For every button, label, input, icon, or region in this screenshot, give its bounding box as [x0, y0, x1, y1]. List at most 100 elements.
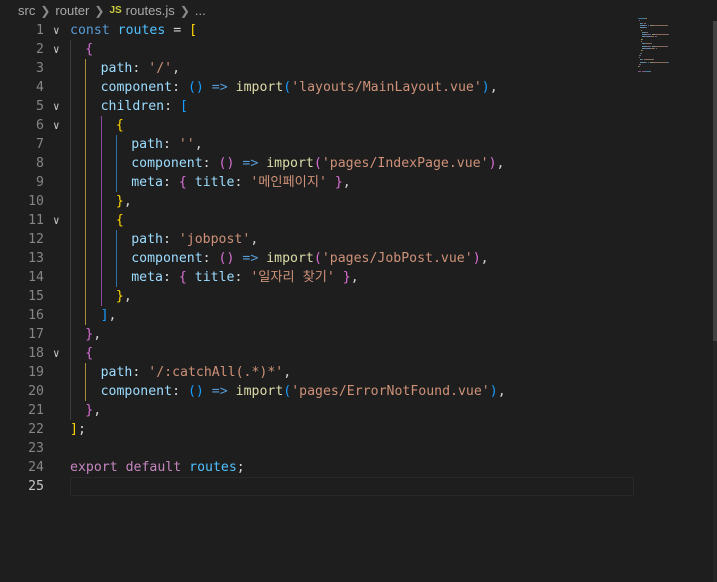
line-number: 16 [28, 308, 44, 323]
code-text: children: [ [100, 99, 188, 114]
breadcrumb-item-symbol[interactable]: ... [195, 3, 206, 18]
line-number: 15 [28, 289, 44, 304]
chevron-down-icon[interactable]: ∨ [53, 116, 65, 135]
code-text: const routes = [ [70, 23, 198, 38]
code-line[interactable]: 22]; [0, 420, 632, 439]
code-line[interactable]: 18 ∨ { [0, 344, 632, 363]
code-line[interactable]: 20 component: () => import('pages/ErrorNo… [0, 382, 632, 401]
code-line[interactable]: 5 ∨ children: [ [0, 97, 632, 116]
indent-guide [70, 249, 71, 268]
code-line[interactable]: 12 path: 'jobpost', [0, 230, 632, 249]
minimap-line [643, 59, 653, 61]
code-line[interactable]: 7 path: '', [0, 135, 632, 154]
indent-guide [100, 268, 102, 287]
code-line[interactable]: 14 meta: { title: '일자리 찾기' }, [0, 268, 632, 287]
minimap-line [666, 45, 668, 47]
code-line[interactable]: 23 [0, 439, 632, 458]
code-line[interactable]: 9 meta: { title: '메인페이지' }, [0, 173, 632, 192]
minimap-line [646, 18, 648, 19]
chevron-right-icon: ❯ [94, 3, 105, 18]
code-text: path: 'jobpost', [131, 232, 259, 247]
breadcrumb-item-src[interactable]: src [18, 3, 35, 18]
indent-guide [85, 230, 87, 249]
minimap-line [667, 24, 669, 26]
line-number: 10 [28, 194, 44, 209]
code-line[interactable]: 13 component: () => import('pages/JobPost… [0, 249, 632, 268]
code-line[interactable]: 2 ∨ { [0, 40, 632, 59]
line-number: 17 [28, 327, 44, 342]
minimap-line [655, 36, 657, 38]
minimap-line [650, 36, 655, 38]
minimap-line [641, 38, 643, 40]
code-text: }, [85, 327, 102, 342]
code-line[interactable]: 11 ∨ { [0, 211, 632, 230]
line-number: 20 [28, 384, 44, 399]
minimap-line [650, 43, 652, 45]
indent-guide [85, 249, 87, 268]
indent-guide [70, 211, 71, 230]
code-line[interactable]: 24 export default routes; [0, 458, 632, 477]
code-line[interactable]: 4 component: () => import('layouts/MainLa… [0, 78, 632, 97]
line-number: 25 [28, 479, 44, 494]
line-number: 19 [28, 365, 44, 380]
code-line[interactable]: 1 ∨ const routes = [ [0, 21, 632, 40]
code-text: }, [115, 194, 132, 209]
indent-guide [100, 287, 102, 306]
indent-guide [85, 173, 87, 192]
minimap-line [646, 31, 648, 33]
vertical-scrollbar-thumb[interactable] [713, 21, 717, 341]
minimap-line [645, 22, 647, 24]
minimap-line [639, 20, 641, 22]
indent-guide [70, 287, 71, 306]
code-line[interactable]: 15}, [0, 287, 632, 306]
indent-guide [70, 154, 71, 173]
line-number: 1 [36, 23, 44, 38]
indent-guide [70, 135, 71, 154]
code-line[interactable]: 6 ∨ { [0, 116, 632, 135]
indent-guide [100, 192, 102, 211]
code-text: export default routes; [70, 460, 245, 475]
indent-guide [115, 249, 117, 268]
indent-guide [70, 59, 71, 78]
code-line[interactable]: 8 component: () => import('pages/IndexPag… [0, 154, 632, 173]
breadcrumb-item-router[interactable]: router [55, 3, 89, 18]
minimap[interactable] [638, 18, 700, 78]
minimap-line [656, 47, 658, 49]
code-line[interactable]: 25 [0, 477, 634, 496]
code-line[interactable]: 19 path: '/:catchAll(.*)*', [0, 363, 632, 382]
breadcrumb-item-file[interactable]: routes.js [126, 3, 175, 18]
code-line[interactable]: 21}, [0, 401, 632, 420]
indent-guide [85, 268, 87, 287]
indent-guide [70, 78, 71, 97]
code-line[interactable]: 16], [0, 306, 632, 325]
indent-guide [100, 154, 102, 173]
indent-guide [85, 59, 87, 78]
indent-guide [115, 154, 117, 173]
code-editor[interactable]: 1 ∨ const routes = [2 ∨ {3 path: '/', 4 compone… [0, 21, 634, 582]
indent-guide [85, 287, 87, 306]
indent-guide [115, 230, 117, 249]
line-number: 2 [36, 42, 44, 57]
code-line[interactable]: 17}, [0, 325, 632, 344]
chevron-down-icon[interactable]: ∨ [53, 344, 65, 363]
minimap-line [638, 66, 640, 68]
indent-guide [100, 135, 102, 154]
indent-guide [70, 40, 71, 59]
chevron-down-icon[interactable]: ∨ [53, 211, 65, 230]
code-line[interactable]: 3 path: '/', [0, 59, 632, 78]
indent-guide [85, 154, 87, 173]
indent-guide [85, 78, 87, 97]
code-text: component: () => import('layouts/MainLay… [100, 80, 498, 95]
minimap-line [652, 59, 654, 61]
breadcrumb: src ❯ router ❯ JS routes.js ❯ ... [0, 0, 717, 21]
indent-guide [85, 97, 87, 116]
line-number: 14 [28, 270, 44, 285]
chevron-down-icon[interactable]: ∨ [53, 97, 65, 116]
minimap-line [639, 54, 641, 56]
chevron-down-icon[interactable]: ∨ [53, 21, 65, 40]
indent-guide [100, 173, 102, 192]
indent-guide [70, 173, 71, 192]
chevron-down-icon[interactable]: ∨ [53, 40, 65, 59]
code-line[interactable]: 10}, [0, 192, 632, 211]
minimap-line [641, 29, 643, 31]
